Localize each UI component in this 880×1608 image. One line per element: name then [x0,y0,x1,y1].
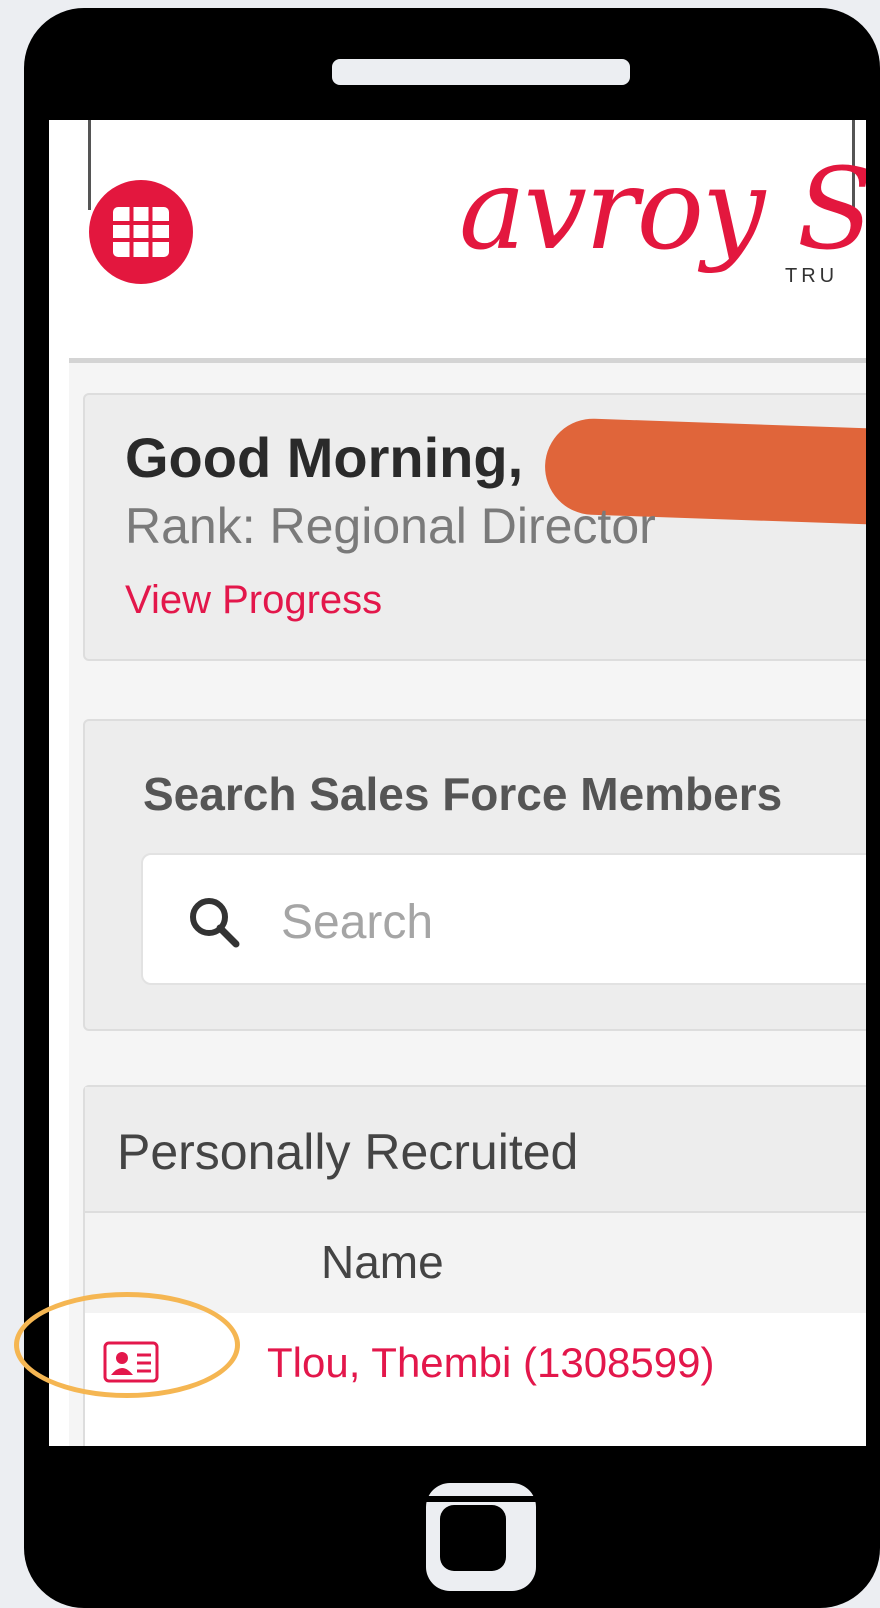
search-icon [190,898,240,948]
contact-card-icon[interactable] [103,1341,159,1383]
rank-text: Rank: Regional Director [125,498,656,554]
column-header-name: Name [321,1236,444,1288]
search-box[interactable] [141,853,866,985]
search-input[interactable] [279,883,866,961]
logo-tagline: TRU [785,265,839,287]
search-card: Search Sales Force Members [83,719,866,1031]
search-title: Search Sales Force Members [143,768,783,820]
header-edge-left [88,120,91,210]
personally-recruited-card: Personally Recruited Name Tlou, Thembi (… [83,1085,866,1446]
main-content: Good Morning, Rank: Regional Director Vi… [69,363,866,1446]
view-progress-link[interactable]: View Progress [125,578,382,623]
app-header: avroy S TRU [69,120,866,360]
phone-screen: avroy S TRU Good Morning, Rank: Regional… [49,120,866,1446]
home-button-bar [426,1496,536,1502]
home-button-inner [440,1505,506,1571]
recruits-title: Personally Recruited [117,1124,579,1180]
recruits-header: Personally Recruited [85,1087,866,1213]
member-name-link[interactable]: Tlou, Thembi (1308599) [267,1339,714,1387]
menu-button[interactable] [89,180,193,284]
table-row[interactable]: Tlou, Thembi (1308599) [85,1313,866,1423]
table-header-row: Name [85,1213,866,1313]
greeting-text: Good Morning, [125,426,524,489]
phone-home-button[interactable] [426,1483,536,1591]
grid-icon [113,207,169,257]
avroy-logo: avroy S [459,145,866,275]
phone-speaker [332,59,630,85]
greeting-card: Good Morning, Rank: Regional Director Vi… [83,393,866,661]
